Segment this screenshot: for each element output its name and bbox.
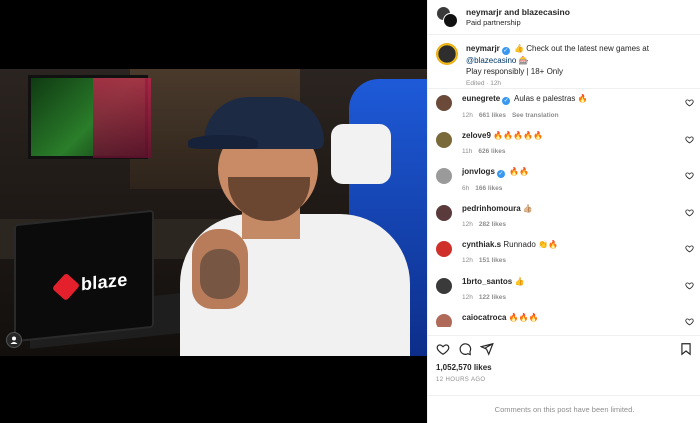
heart-icon[interactable] <box>685 244 694 253</box>
post-photo[interactable]: blaze <box>0 69 427 356</box>
avatar[interactable] <box>436 241 452 257</box>
avatar[interactable] <box>436 277 452 294</box>
heart-icon[interactable] <box>436 342 450 356</box>
caption-text-part2: Play responsibly | 18+ Only <box>466 67 564 76</box>
heart-icon[interactable] <box>685 281 694 290</box>
avatar[interactable] <box>436 95 452 111</box>
comment-icon[interactable] <box>458 342 472 356</box>
comment-likes[interactable]: 661 likes <box>479 112 506 119</box>
caption-username[interactable]: neymarjr <box>466 44 500 53</box>
comment-username[interactable]: zelove9 <box>462 131 491 140</box>
comment-item: zelove9 🔥🔥🔥🔥🔥 11h 626 likes <box>428 130 700 167</box>
avatar[interactable] <box>436 204 452 221</box>
comment-likes[interactable]: 122 likes <box>479 294 506 301</box>
blaze-logo-text: blaze <box>81 269 128 295</box>
tagged-users-icon[interactable] <box>6 332 22 348</box>
verified-badge-icon: ✓ <box>496 170 505 178</box>
bookmark-icon[interactable] <box>679 342 693 356</box>
post-timestamp: 12 HOURS AGO <box>436 377 486 383</box>
comment-text: 👍🏼 <box>522 203 533 213</box>
heart-icon[interactable] <box>685 98 694 107</box>
caption-mention[interactable]: @blazecasino 🎰 <box>466 56 529 65</box>
comment-likes[interactable]: 166 likes <box>475 185 502 192</box>
comment-username[interactable]: eunegrete <box>462 94 500 103</box>
comment-username[interactable]: cynthiak.s <box>462 240 501 249</box>
post-viewer: blaze neymarjr and blazecasino Paid part… <box>0 0 700 423</box>
comment-text: 👍 <box>514 276 525 286</box>
comment-time: 12h <box>462 220 473 228</box>
post-details-panel: neymarjr and blazecasino Paid partnershi… <box>427 0 700 423</box>
comment-time: 12h <box>462 293 473 301</box>
likes-count[interactable]: 1,052,570 likes <box>436 362 693 373</box>
avatar[interactable] <box>436 43 458 65</box>
comment-body: 1brto_santos 👍 12h 122 likes <box>462 276 692 313</box>
comment-body: caiocatroca 🔥🔥🔥 <box>462 312 692 327</box>
comment-username[interactable]: jonvlogs <box>462 167 495 176</box>
heart-icon[interactable] <box>685 135 694 144</box>
background-monitor <box>28 75 151 159</box>
post-actions: 1,052,570 likes 12 HOURS AGO <box>428 335 700 383</box>
comment-body: eunegrete ✓ Aulas e palestras 🔥 12h 661 l… <box>462 93 692 130</box>
post-authors[interactable]: neymarjr and blazecasino <box>466 7 570 18</box>
comment-likes[interactable]: 151 likes <box>479 257 506 264</box>
comment-item: 1brto_santos 👍 12h 122 likes <box>428 276 700 313</box>
comment-text: Aulas e palestras 🔥 <box>514 94 588 103</box>
avatar[interactable] <box>436 131 452 148</box>
post-caption: neymarjr ✓ 👍 Check out the latest new gam… <box>428 35 700 89</box>
comment-item: cynthiak.s Runnado 👏🔥 12h 151 likes <box>428 239 700 276</box>
comment-body: jonvlogs ✓ 🔥🔥 6h 166 likes <box>462 166 692 203</box>
comment-time: 6h <box>462 185 470 192</box>
comment-likes[interactable]: 626 likes <box>478 148 505 155</box>
blaze-logo: blaze <box>51 269 128 301</box>
post-media: blaze <box>0 0 427 423</box>
avatar <box>443 13 458 28</box>
see-translation-link[interactable]: See translation <box>512 112 559 119</box>
comment-text: 🔥🔥🔥🔥🔥 <box>493 130 543 140</box>
comment-text: Runnado 👏🔥 <box>503 240 558 249</box>
laptop: blaze <box>14 209 154 343</box>
comment-username[interactable]: 1brto_santos <box>462 277 512 286</box>
person-figure <box>170 89 410 356</box>
comment-text: 🔥🔥 <box>509 167 530 176</box>
comment-username[interactable]: caiocatroca <box>462 313 506 322</box>
heart-icon[interactable] <box>685 317 694 326</box>
avatar[interactable] <box>436 314 452 327</box>
comment-time: 12h <box>462 257 473 264</box>
comment-username[interactable]: pedrinhomoura <box>462 204 521 213</box>
comment-time: 11h <box>462 147 473 155</box>
caption-text: neymarjr ✓ 👍 Check out the latest new gam… <box>466 43 649 77</box>
comment-body: cynthiak.s Runnado 👏🔥 12h 151 likes <box>462 239 692 276</box>
comment-time: 12h <box>462 112 473 119</box>
comment-item: eunegrete ✓ Aulas e palestras 🔥 12h 661 l… <box>428 93 700 130</box>
caption-text-part1: 👍 Check out the latest new games at <box>514 44 649 53</box>
comments-list: eunegrete ✓ Aulas e palestras 🔥 12h 661 l… <box>428 89 700 327</box>
collab-avatars[interactable] <box>436 6 458 28</box>
comment-text: 🔥🔥🔥 <box>508 313 539 322</box>
avatar[interactable] <box>436 168 452 184</box>
comment-item: jonvlogs ✓ 🔥🔥 6h 166 likes <box>428 166 700 203</box>
heart-icon[interactable] <box>685 208 694 217</box>
comment-likes[interactable]: 282 likes <box>479 221 506 228</box>
verified-badge-icon: ✓ <box>501 47 510 55</box>
comment-body: pedrinhomoura 👍🏼 12h 282 likes <box>462 203 692 240</box>
comments-limited-notice: Comments on this post have been limited. <box>428 395 700 423</box>
verified-badge-icon: ✓ <box>502 97 511 105</box>
comment-body: zelove9 🔥🔥🔥🔥🔥 11h 626 likes <box>462 130 692 167</box>
heart-icon[interactable] <box>685 171 694 180</box>
caption-meta: Edited · 12h <box>466 80 502 87</box>
share-icon[interactable] <box>480 342 494 356</box>
blaze-logo-icon <box>51 272 81 301</box>
comment-item: caiocatroca 🔥🔥🔥 <box>428 312 700 327</box>
comment-item: pedrinhomoura 👍🏼 12h 282 likes <box>428 203 700 240</box>
paid-partnership-label[interactable]: Paid partnership <box>466 18 570 28</box>
post-header: neymarjr and blazecasino Paid partnershi… <box>428 0 700 35</box>
